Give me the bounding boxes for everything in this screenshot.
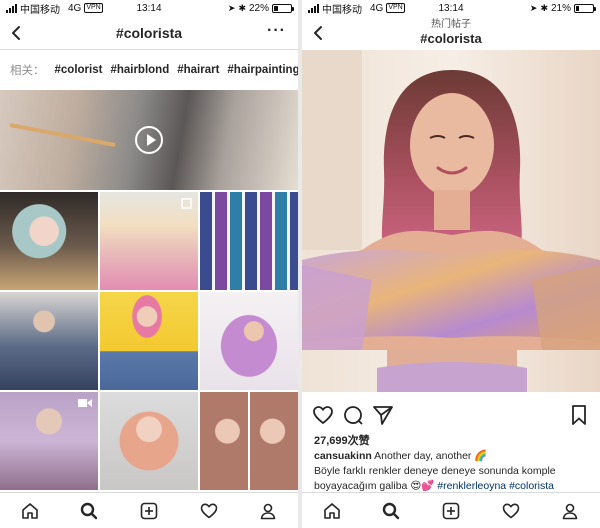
more-options-icon[interactable]: ···	[267, 23, 286, 39]
post-detail-screen: 中国移动 4G VPN 13:14 ➤ ✱ 21% 热门帖子 #colorist…	[302, 0, 600, 528]
bluetooth-icon: ✱	[540, 2, 548, 13]
battery-percent: 22%	[248, 2, 269, 14]
battery-percent: 21%	[550, 2, 571, 14]
home-icon[interactable]	[321, 500, 343, 522]
post-thumbnail	[200, 192, 298, 290]
home-icon[interactable]	[19, 500, 41, 522]
caption-username[interactable]: cansuakinn	[314, 450, 372, 462]
post-photo[interactable]	[302, 50, 600, 392]
new-post-icon[interactable]	[138, 500, 160, 522]
grid-post[interactable]	[100, 292, 198, 390]
comb-shape	[10, 123, 116, 147]
grid-video-post[interactable]	[0, 392, 98, 490]
post-thumbnail	[100, 392, 198, 490]
status-bar: 中国移动 4G VPN 13:14 ➤ ✱ 22%	[0, 0, 298, 16]
video-camera-icon	[78, 399, 92, 407]
caption-hashtag[interactable]: #colorista	[509, 480, 554, 492]
related-label: 相关：	[10, 65, 45, 77]
activity-heart-icon[interactable]	[500, 500, 522, 522]
related-hashtags: 相关： #colorist #hairblond #hairart #hairp…	[0, 50, 298, 90]
network-type: 4G	[370, 2, 384, 14]
page-title: #colorista	[115, 24, 183, 41]
network-type: 4G	[68, 2, 82, 14]
post-thumbnail	[200, 292, 298, 390]
heart-eyes-emoji: 😍💕	[410, 480, 435, 492]
rainbow-emoji: 🌈	[474, 450, 488, 462]
page-title: #colorista	[420, 31, 482, 46]
grid-post[interactable]	[0, 292, 98, 390]
grid-post[interactable]	[0, 192, 98, 290]
caption-hashtag[interactable]: #renklerleoyna	[437, 480, 506, 492]
post-actions	[302, 400, 600, 428]
like-heart-icon[interactable]	[312, 404, 334, 426]
explore-hashtag-screen: 中国移动 4G VPN 13:14 ➤ ✱ 22% #colorista ···…	[0, 0, 298, 528]
top-nav: #colorista ···	[0, 16, 298, 50]
status-bar: 中国移动 4G VPN 13:14 ➤ ✱ 21%	[302, 0, 600, 16]
back-arrow-icon[interactable]	[310, 24, 328, 42]
battery-icon	[272, 3, 294, 13]
bottom-tab-bar	[0, 492, 298, 528]
comment-icon[interactable]	[342, 404, 364, 426]
post-photo-illustration	[302, 50, 600, 392]
post-thumbnail	[0, 192, 98, 290]
grid-post[interactable]	[200, 192, 298, 290]
related-tag[interactable]: #hairpainting	[227, 64, 298, 76]
play-video-icon[interactable]	[135, 126, 163, 154]
grid-post[interactable]	[200, 392, 298, 490]
grid-video-post[interactable]	[0, 90, 298, 190]
related-tag[interactable]: #hairart	[177, 64, 219, 76]
profile-icon[interactable]	[257, 500, 279, 522]
post-caption: cansuakinn Another day, another 🌈 Böyle …	[314, 449, 594, 494]
save-bookmark-icon[interactable]	[568, 404, 590, 426]
carrier-name: 中国移动	[322, 4, 362, 16]
back-arrow-icon[interactable]	[8, 24, 26, 42]
bottom-tab-bar	[302, 492, 600, 528]
grid-post[interactable]	[100, 192, 198, 290]
likes-count[interactable]: 27,699次赞	[314, 432, 370, 448]
page-subtitle: 热门帖子	[431, 19, 471, 30]
search-icon[interactable]	[380, 500, 402, 522]
battery-icon	[574, 3, 596, 13]
share-icon[interactable]	[372, 404, 394, 426]
post-thumbnail	[100, 292, 198, 390]
location-icon: ➤	[529, 2, 538, 13]
post-thumbnail	[0, 292, 98, 390]
activity-heart-icon[interactable]	[198, 500, 220, 522]
post-thumbnail	[200, 392, 298, 490]
multiple-posts-icon	[181, 198, 192, 209]
bluetooth-icon: ✱	[238, 2, 246, 13]
new-post-icon[interactable]	[440, 500, 462, 522]
profile-icon[interactable]	[559, 500, 581, 522]
vpn-badge: VPN	[84, 3, 103, 13]
grid-post[interactable]	[200, 292, 298, 390]
vpn-badge: VPN	[386, 3, 405, 13]
search-icon[interactable]	[78, 500, 100, 522]
location-icon: ➤	[227, 2, 236, 13]
top-nav: 热门帖子 #colorista	[302, 16, 600, 50]
caption-text: Another day, another	[371, 450, 475, 462]
signal-icon	[6, 3, 17, 13]
related-tag[interactable]: #colorist	[55, 64, 103, 76]
signal-icon	[308, 3, 319, 13]
grid-post[interactable]	[100, 392, 198, 490]
carrier-name: 中国移动	[20, 4, 60, 16]
related-tag[interactable]: #hairblond	[110, 64, 169, 76]
